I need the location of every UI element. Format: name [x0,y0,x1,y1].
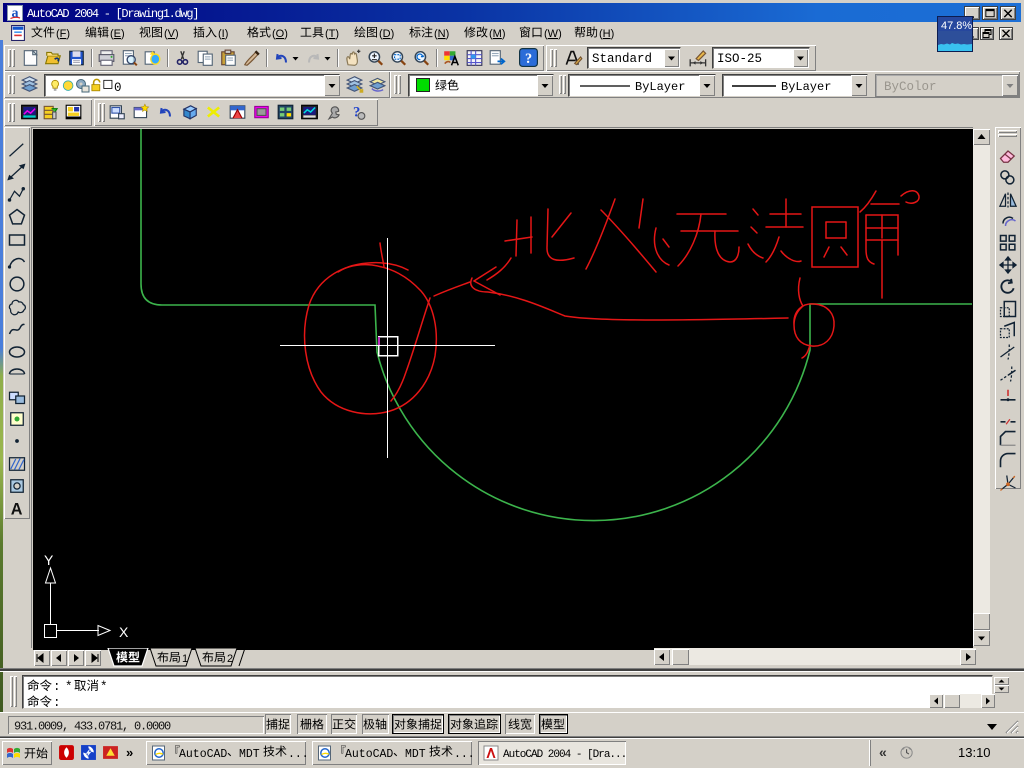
svg-text:(D): (D) [379,28,394,40]
svg-text:(N): (N) [434,28,449,40]
svg-text:(T): (T) [325,28,339,40]
svg-text:a: a [12,6,19,21]
svg-text:X: X [119,624,129,640]
svg-text:?: ? [525,51,532,67]
svg-text:(F): (F) [56,28,70,40]
svg-text:(I): (I) [218,28,228,40]
svg-text:(O): (O) [272,28,288,40]
svg-text:A: A [11,501,23,519]
svg-text:(M): (M) [489,28,506,40]
svg-text:(H): (H) [599,28,614,40]
svg-text:(E): (E) [110,28,125,40]
svg-text:(V): (V) [164,28,179,40]
svg-text:(W): (W) [544,28,562,40]
svg-text:Y: Y [44,552,54,568]
